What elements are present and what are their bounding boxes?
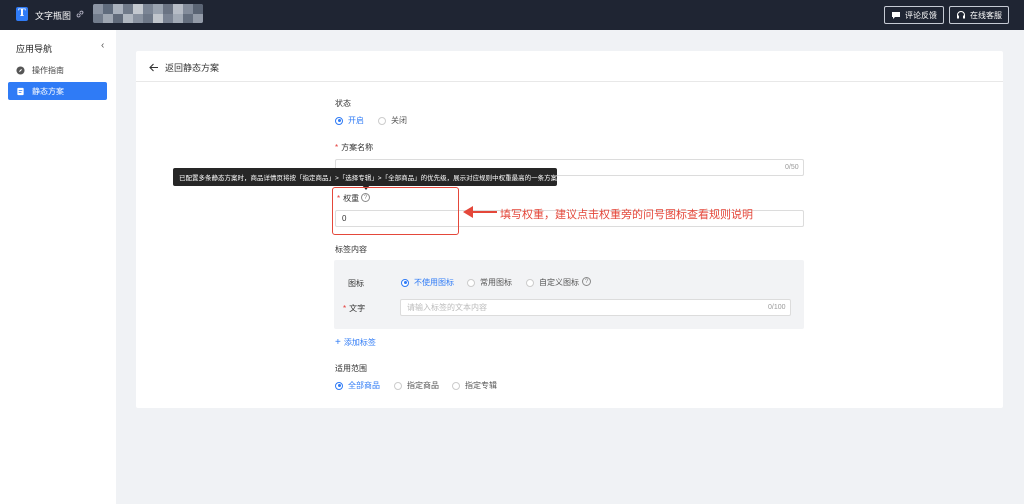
radio-dot (335, 381, 343, 390)
question-mark-icon[interactable]: ? (582, 277, 591, 286)
radio-label: 关闭 (391, 116, 407, 125)
sidebar: 应用导航 ‹ 操作指南 静态方案 (0, 30, 116, 504)
card-header: 返回静态方案 (136, 51, 1003, 82)
tag-content-label: 标签内容 (335, 245, 367, 254)
tag-content-panel (334, 260, 804, 329)
required-mark: * (335, 143, 339, 152)
icon-common-radio[interactable]: 常用图标 (467, 277, 512, 288)
annotation-highlight-box (332, 187, 459, 235)
weight-help-tooltip: 已配置多条静态方案时，商品详情页将按「指定商品」>「选择专辑」>「全部商品」的优… (173, 168, 557, 186)
radio-label: 全部商品 (348, 381, 380, 390)
radio-label: 开启 (348, 116, 364, 125)
support-label: 在线客服 (970, 10, 1002, 20)
feedback-button[interactable]: 评论反馈 (884, 6, 944, 24)
status-off-radio[interactable]: 关闭 (378, 115, 407, 126)
sidebar-title: 应用导航 (16, 44, 53, 54)
scope-all-radio[interactable]: 全部商品 (335, 380, 380, 391)
tag-text-input[interactable]: 请输入标签的文本内容 (400, 299, 791, 316)
sidebar-item-guide[interactable]: 操作指南 (8, 61, 107, 79)
icon-none-radio[interactable]: 不使用图标 (401, 277, 454, 288)
radio-dot (467, 278, 475, 287)
link-icon[interactable] (75, 9, 85, 19)
online-support-button[interactable]: 在线客服 (949, 6, 1009, 24)
plan-name-counter: 0/50 (785, 164, 799, 171)
add-tag-label: 添加标签 (343, 338, 376, 347)
sidebar-item-static-plan[interactable]: 静态方案 (8, 82, 107, 100)
radio-dot (335, 116, 343, 125)
collapse-chevron-icon[interactable]: ‹ (101, 40, 104, 51)
radio-dot (378, 116, 386, 125)
document-icon (17, 87, 24, 95)
add-tag-link[interactable]: + 添加标签 (335, 337, 376, 348)
radio-label: 指定专辑 (465, 381, 497, 390)
status-on-radio[interactable]: 开启 (335, 115, 364, 126)
back-link[interactable]: 返回静态方案 (149, 61, 219, 74)
headset-icon (957, 11, 965, 19)
icon-custom-radio[interactable]: 自定义图标 (526, 277, 579, 288)
required-mark: * (343, 304, 347, 313)
scope-label: 适用范围 (335, 364, 367, 373)
radio-label: 不使用图标 (414, 278, 454, 287)
annotation-arrow-icon (463, 206, 497, 218)
radio-dot (401, 278, 409, 287)
plan-name-label: * 方案名称 (335, 143, 374, 152)
top-bar: T 文字瓶图 评论反馈 在线客服 (0, 0, 1024, 30)
radio-dot (394, 381, 402, 390)
scope-products-radio[interactable]: 指定商品 (394, 380, 439, 391)
content-card: 返回静态方案 (136, 51, 1003, 408)
plus-icon: + (335, 337, 341, 348)
compass-icon (16, 65, 25, 75)
blurred-shop-name (93, 4, 203, 23)
scope-albums-radio[interactable]: 指定专辑 (452, 380, 497, 391)
radio-dot (452, 381, 460, 390)
tag-text-placeholder: 请输入标签的文本内容 (407, 303, 487, 312)
comment-icon (892, 12, 900, 19)
radio-label: 指定商品 (407, 381, 439, 390)
radio-label: 常用图标 (480, 278, 512, 287)
app-logo-icon: T (16, 7, 28, 21)
icon-label: 图标 (348, 279, 364, 288)
status-label: 状态 (335, 99, 351, 108)
annotation-text: 填写权重，建议点击权重旁的问号图标查看规则说明 (500, 209, 753, 221)
radio-label: 自定义图标 (539, 278, 579, 287)
sidebar-item-label: 操作指南 (32, 65, 64, 75)
sidebar-item-label: 静态方案 (32, 86, 64, 96)
text-label: * 文字 (343, 304, 366, 313)
radio-dot (526, 278, 534, 287)
tag-text-counter: 0/100 (768, 304, 786, 311)
back-link-label: 返回静态方案 (165, 63, 220, 73)
feedback-label: 评论反馈 (905, 10, 937, 20)
app-name: 文字瓶图 (35, 11, 72, 21)
arrow-left-icon (149, 63, 158, 72)
